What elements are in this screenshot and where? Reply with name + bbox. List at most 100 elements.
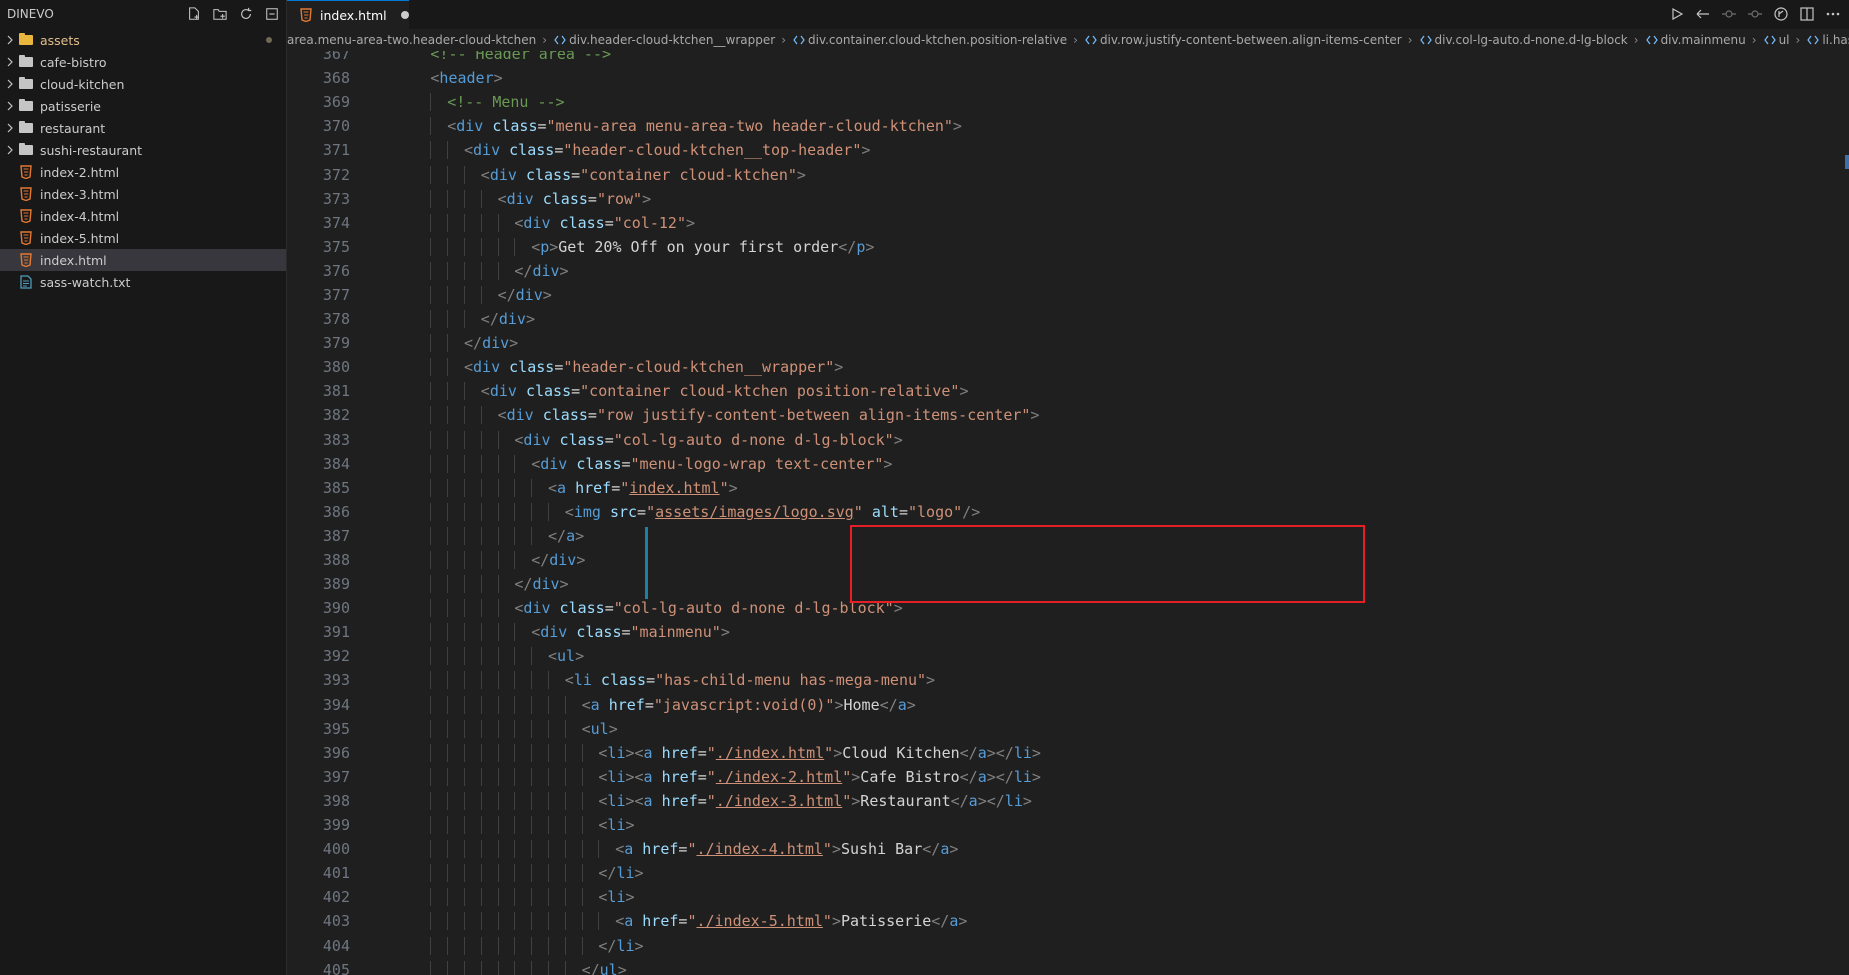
code-line[interactable]: 379 </div>	[287, 331, 1849, 355]
indent-guide	[531, 478, 533, 497]
tab-index-html[interactable]: index.html	[287, 0, 409, 29]
code-line[interactable]: 380 <div class="header-cloud-ktchen__wrap…	[287, 355, 1849, 379]
code-line[interactable]: 397 <li><a href="./index-2.html">Cafe Bis…	[287, 765, 1849, 789]
code-line[interactable]: 402 <li>	[287, 885, 1849, 909]
code-line[interactable]: 376 </div>	[287, 259, 1849, 283]
code-line[interactable]: 369 <!-- Menu -->	[287, 90, 1849, 114]
breadcrumb-item[interactable]: area.menu-area-two.header-cloud-ktchen ›	[287, 33, 547, 47]
code-line[interactable]: 371 <div class="header-cloud-ktchen__top-…	[287, 138, 1849, 162]
code-line[interactable]: 373 <div class="row">	[287, 187, 1849, 211]
new-file-icon[interactable]	[186, 6, 202, 22]
code-editor[interactable]: 367 <!-- Header area --> 368 <header> 369 <!-…	[287, 51, 1849, 975]
tree-file-index-2[interactable]: index-2.html	[0, 161, 286, 183]
token-cmt: <!-- Header area -->	[430, 51, 612, 64]
code-line[interactable]: 370 <div class="menu-area menu-area-two h…	[287, 114, 1849, 138]
code-line[interactable]: 401 </li>	[287, 861, 1849, 885]
tree-file-sass-watch[interactable]: sass-watch.txt	[0, 271, 286, 293]
token-br: >	[834, 358, 844, 377]
breadcrumb-item[interactable]: ul ›	[1757, 33, 1800, 47]
token-link[interactable]: ./index-2.html	[716, 768, 842, 786]
token-link[interactable]: ./index-4.html	[696, 840, 822, 858]
code-line[interactable]: 393 <li class="has-child-menu has-mega-me…	[287, 668, 1849, 692]
breadcrumb-item[interactable]: li.has-child	[1800, 33, 1849, 47]
token-link[interactable]: ./index.html	[716, 744, 824, 762]
indent-guide	[581, 767, 583, 786]
code-line[interactable]: 375 <p>Get 20% Off on your first order</p…	[287, 235, 1849, 259]
tree-folder-cafe-bistro[interactable]: cafe-bistro	[0, 51, 286, 73]
breadcrumb-item[interactable]: div.row.justify-content-between.align-it…	[1078, 33, 1413, 47]
html-file-icon	[18, 230, 34, 246]
tree-file-index-5[interactable]: index-5.html	[0, 227, 286, 249]
code-line[interactable]: 400 <a href="./index-4.html">Sushi Bar</a…	[287, 837, 1849, 861]
indent-guide	[430, 936, 432, 955]
token-link[interactable]: index.html	[629, 479, 719, 497]
code-line[interactable]: 384 <div class="menu-logo-wrap text-cente…	[287, 452, 1849, 476]
code-line[interactable]: 378 </div>	[287, 307, 1849, 331]
code-line[interactable]: 385 <a href="index.html">	[287, 476, 1849, 500]
collapse-all-icon[interactable]	[264, 6, 280, 22]
indent-guide	[480, 261, 482, 280]
indent-guide	[447, 864, 449, 883]
tree-folder-patisserie[interactable]: patisserie	[0, 95, 286, 117]
git-compare-icon[interactable]	[1695, 6, 1711, 22]
more-actions-icon[interactable]	[1825, 6, 1841, 22]
code-line[interactable]: 389 </div>	[287, 572, 1849, 596]
token-link[interactable]: ./index-3.html	[716, 792, 842, 810]
code-line[interactable]: 377 </div>	[287, 283, 1849, 307]
token-br: ></	[986, 743, 1014, 762]
breadcrumb-item[interactable]: div.mainmenu ›	[1639, 33, 1757, 47]
tree-folder-sushi-restaurant[interactable]: sushi-restaurant	[0, 139, 286, 161]
code-line[interactable]: 388 </div>	[287, 548, 1849, 572]
code-line[interactable]: 392 <ul>	[287, 644, 1849, 668]
next-change-icon[interactable]	[1747, 6, 1763, 22]
breadcrumb-item[interactable]: div.col-lg-auto.d-none.d-lg-block ›	[1413, 33, 1639, 47]
breadcrumb-item[interactable]: div.container.cloud-ktchen.position-rela…	[786, 33, 1078, 47]
tree-file-index[interactable]: index.html	[0, 249, 286, 271]
tree-folder-cloud-kitchen[interactable]: cloud-kitchen	[0, 73, 286, 95]
open-changes-icon[interactable]	[1773, 6, 1789, 22]
code-line[interactable]: 405 </ul>	[287, 958, 1849, 975]
token-br: </	[581, 960, 600, 975]
tree-file-index-3[interactable]: index-3.html	[0, 183, 286, 205]
code-line[interactable]: 399 <li>	[287, 813, 1849, 837]
token-br: >	[926, 671, 936, 690]
tree-file-index-4[interactable]: index-4.html	[0, 205, 286, 227]
code-line[interactable]: 382 <div class="row justify-content-betwe…	[287, 403, 1849, 427]
line-number: 367	[322, 51, 350, 64]
code-line[interactable]: 367 <!-- Header area -->	[287, 51, 1849, 66]
breadcrumb-item[interactable]: div.header-cloud-ktchen__wrapper ›	[547, 33, 786, 47]
code-line[interactable]: 372 <div class="container cloud-ktchen">	[287, 162, 1849, 186]
tree-folder-restaurant[interactable]: restaurant	[0, 117, 286, 139]
token-link[interactable]: ./index-5.html	[696, 912, 822, 930]
code-line[interactable]: 386 <img src="assets/images/logo.svg" alt…	[287, 500, 1849, 524]
modified-indicator	[266, 37, 272, 43]
code-line[interactable]: 387 </a>	[287, 524, 1849, 548]
code-line[interactable]: 390 <div class="col-lg-auto d-none d-lg-b…	[287, 596, 1849, 620]
previous-change-icon[interactable]	[1721, 6, 1737, 22]
code-line[interactable]: 396 <li><a href="./index.html">Cloud Kitc…	[287, 741, 1849, 765]
code-line[interactable]: 381 <div class="container cloud-ktchen po…	[287, 379, 1849, 403]
token-txt: =	[604, 213, 614, 232]
token-link[interactable]: assets/images/logo.svg	[655, 503, 854, 521]
code-line[interactable]: 404 </li>	[287, 933, 1849, 957]
indent-guide	[480, 719, 482, 738]
code-line[interactable]: 374 <div class="col-12">	[287, 211, 1849, 235]
code-line[interactable]: 398 <li><a href="./index-3.html">Restaura…	[287, 789, 1849, 813]
code-line[interactable]: 403 <a href="./index-5.html">Patisserie</…	[287, 909, 1849, 933]
run-icon[interactable]	[1669, 6, 1685, 22]
code-line[interactable]: 368 <header>	[287, 66, 1849, 90]
code-line[interactable]: 394 <a href="javascript:void(0)">Home</a>	[287, 693, 1849, 717]
refresh-icon[interactable]	[238, 6, 254, 22]
tree-folder-assets[interactable]: assets	[0, 29, 286, 51]
indent-guide	[430, 93, 432, 112]
code-line[interactable]: 395 <ul>	[287, 717, 1849, 741]
indent-guide	[581, 791, 583, 810]
new-folder-icon[interactable]	[212, 6, 228, 22]
unsaved-dot-icon[interactable]	[400, 11, 409, 19]
split-editor-icon[interactable]	[1799, 6, 1815, 22]
code-line[interactable]: 383 <div class="col-lg-auto d-none d-lg-b…	[287, 428, 1849, 452]
code-line[interactable]: 391 <div class="mainmenu">	[287, 620, 1849, 644]
token-tag: a	[940, 840, 950, 859]
